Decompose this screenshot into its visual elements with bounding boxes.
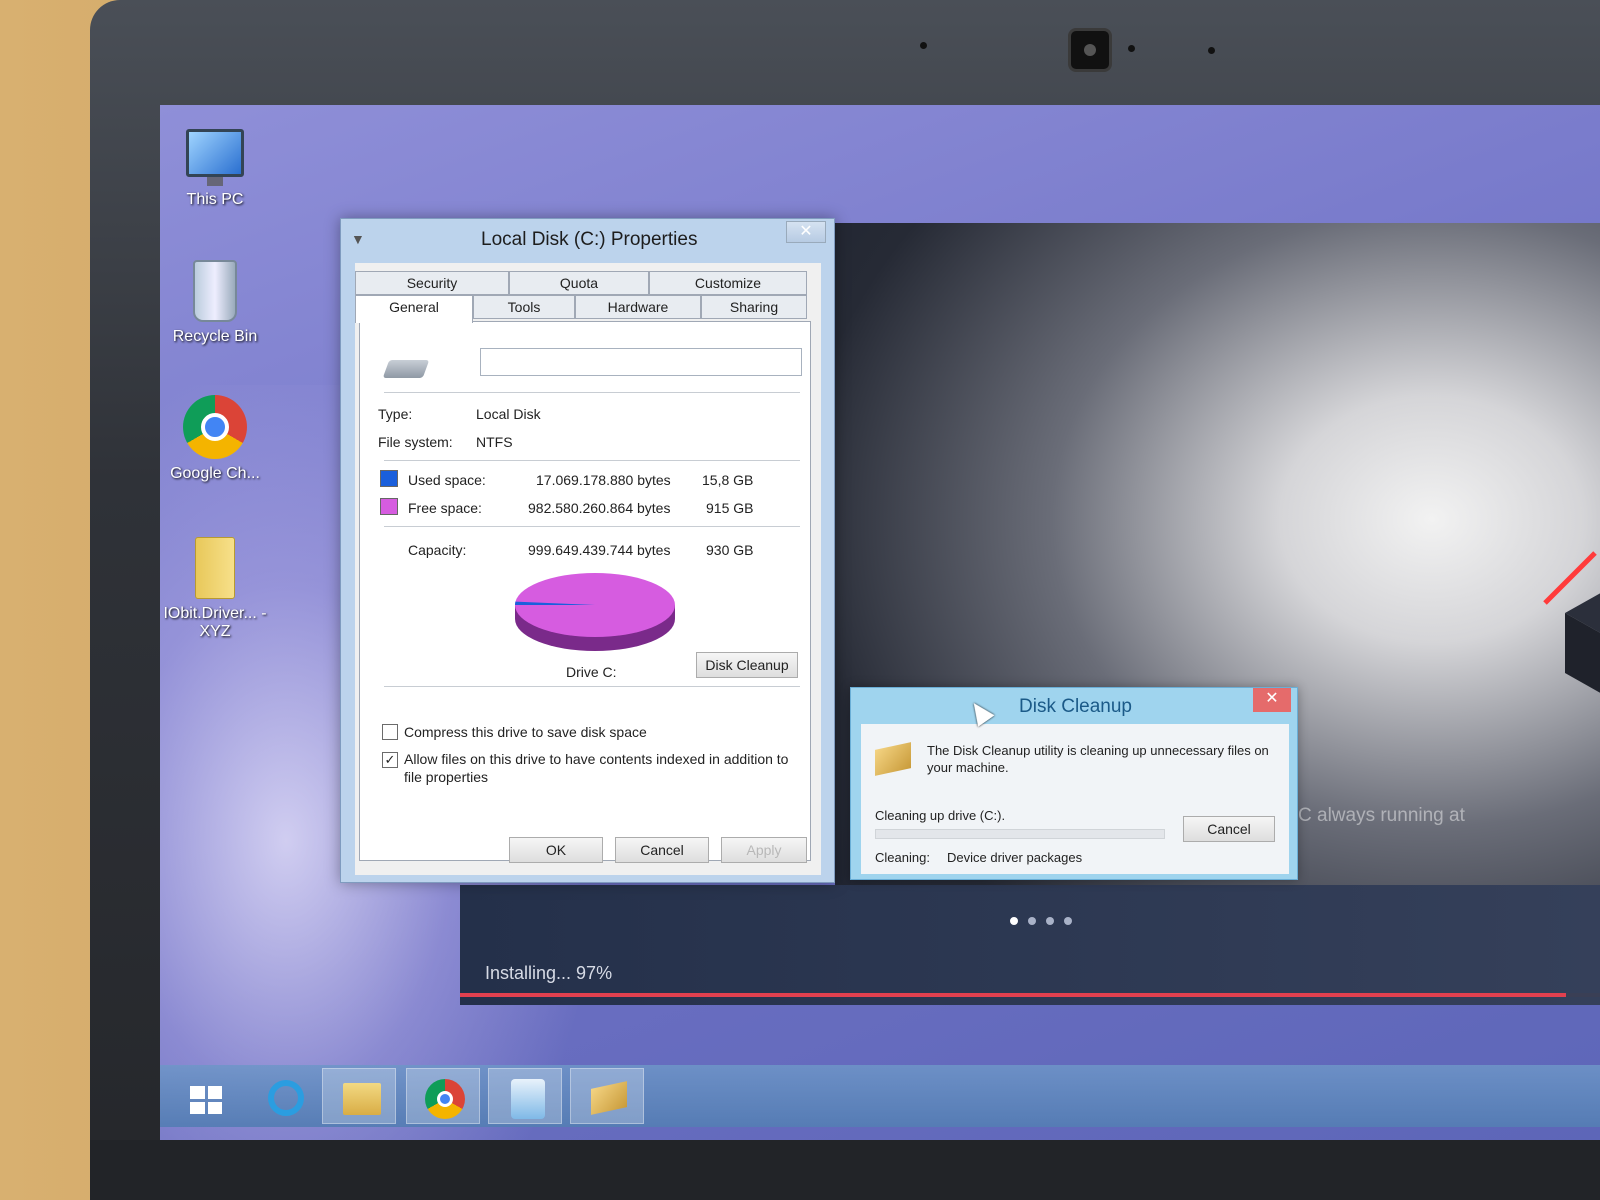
cancel-button[interactable]: Cancel [615, 837, 709, 863]
tab-tools[interactable]: Tools [473, 295, 575, 319]
tab-sharing[interactable]: Sharing [701, 295, 807, 319]
desktop-icon-chrome[interactable]: Google Ch... [160, 395, 270, 483]
chrome-icon [183, 395, 247, 459]
cleanup-message: The Disk Cleanup utility is cleaning up … [927, 743, 1269, 775]
screen: This PC Recycle Bin Google Ch... IObit.D… [160, 105, 1600, 1140]
folder-icon [195, 537, 235, 599]
slide-dot[interactable] [1064, 917, 1072, 925]
chrome-icon [425, 1079, 465, 1119]
desktop-icon-label: Google Ch... [170, 465, 260, 482]
taskbar-file-explorer[interactable] [322, 1068, 396, 1124]
webcam-icon [1068, 28, 1112, 72]
desktop-icon-this-pc[interactable]: This PC [160, 129, 270, 209]
start-button[interactable] [170, 1068, 244, 1124]
free-space-label: Free space: [408, 500, 482, 516]
file-system-value: NTFS [476, 434, 513, 450]
type-label: Type: [378, 406, 413, 422]
sensor-dot [920, 42, 927, 49]
desktop-icon-recycle-bin[interactable]: Recycle Bin [160, 260, 270, 346]
free-space-swatch [380, 498, 398, 515]
apply-button[interactable]: Apply [721, 837, 807, 863]
installer-status-text: Installing... 97% [485, 963, 613, 983]
disk-cleanup-icon [875, 742, 911, 776]
free-space-gb: 915 GB [706, 500, 754, 516]
iobit-driver-booster-icon [511, 1079, 545, 1119]
type-value: Local Disk [476, 406, 541, 422]
cleanup-cancel-button[interactable]: Cancel [1183, 816, 1275, 842]
installer-progress-bar [460, 993, 1600, 997]
disk-cleanup-button[interactable]: Disk Cleanup [696, 652, 798, 678]
properties-body: Security Quota Customize General Tools H… [355, 263, 821, 875]
tab-customize[interactable]: Customize [649, 271, 807, 295]
taskbar [160, 1065, 1600, 1127]
drive-name-input[interactable] [480, 348, 802, 376]
disk-usage-pie-chart [515, 573, 675, 651]
taskbar-internet-explorer[interactable] [246, 1068, 320, 1124]
close-button[interactable]: ✕ [1253, 688, 1291, 712]
desktop-icon-label: IObit.Driver... - XYZ [163, 605, 267, 640]
tab-quota[interactable]: Quota [509, 271, 649, 295]
properties-dialog: ▼ Local Disk (C:) Properties ✕ Security … [340, 218, 835, 883]
installer-footer [460, 885, 1600, 1005]
laptop-bottom-bezel [90, 1140, 1600, 1200]
divider [384, 686, 800, 687]
tab-hardware[interactable]: Hardware [575, 295, 701, 319]
installer-background-text: C always running at [1298, 805, 1465, 826]
cleaning-value: Device driver packages [947, 850, 1083, 865]
free-space-bytes: 982.580.260.864 bytes [528, 500, 671, 516]
compress-label: Compress this drive to save disk space [404, 724, 647, 740]
taskbar-chrome[interactable] [406, 1068, 480, 1124]
capacity-bytes: 999.649.439.744 bytes [528, 542, 671, 558]
index-checkbox[interactable]: ✓ [382, 752, 398, 768]
installer-progress-fill [460, 993, 1566, 997]
desktop-icon-label: Recycle Bin [172, 328, 258, 345]
hard-drive-icon [382, 360, 430, 378]
tab-general[interactable]: General [355, 295, 473, 323]
cleanup-body: The Disk Cleanup utility is cleaning up … [861, 724, 1289, 874]
disk-cleanup-dialog: Disk Cleanup ✕ The Disk Cleanup utility … [850, 687, 1298, 880]
cleanup-drive-line: Cleaning up drive (C:). [875, 808, 1006, 823]
cleanup-title: Disk Cleanup [1019, 696, 1132, 717]
tab-security[interactable]: Security [355, 271, 509, 295]
sensor-dot [1208, 47, 1215, 54]
file-system-label: File system: [378, 434, 453, 450]
properties-title: Local Disk (C:) Properties [481, 229, 698, 250]
slide-dot[interactable] [1046, 917, 1054, 925]
general-tab-panel: Type: Local Disk File system: NTFS Used … [359, 321, 811, 861]
taskbar-iobit[interactable] [488, 1068, 562, 1124]
slide-dot[interactable] [1010, 917, 1018, 925]
capacity-label: Capacity: [408, 542, 467, 558]
drive-label: Drive C: [566, 664, 617, 680]
internet-explorer-icon [268, 1080, 304, 1116]
divider [384, 526, 800, 527]
ok-button[interactable]: OK [509, 837, 603, 863]
desktop-icon-label: This PC [186, 191, 244, 208]
computer-icon [186, 129, 244, 186]
capacity-gb: 930 GB [706, 542, 754, 558]
slide-dot[interactable] [1028, 917, 1036, 925]
taskbar-disk-cleanup[interactable] [570, 1068, 644, 1124]
desktop-icon-iobit-folder[interactable]: IObit.Driver... - XYZ [160, 537, 270, 641]
index-label: Allow files on this drive to have conten… [404, 751, 789, 785]
cleanup-progress-bar [875, 829, 1165, 839]
close-button[interactable]: ✕ [786, 221, 826, 243]
used-space-label: Used space: [408, 472, 486, 488]
cleaning-label: Cleaning: [875, 850, 930, 865]
drive-icon: ▼ [351, 231, 365, 247]
recycle-bin-icon [193, 260, 237, 322]
used-space-gb: 15,8 GB [702, 472, 754, 488]
sensor-dot [1128, 45, 1135, 52]
disk-cleanup-icon [591, 1081, 627, 1115]
compress-checkbox[interactable] [382, 724, 398, 740]
start-icon [190, 1086, 222, 1114]
slide-indicator [1010, 917, 1072, 925]
file-explorer-icon [343, 1083, 381, 1115]
server-illustration [1543, 551, 1600, 693]
divider [384, 392, 800, 393]
used-space-bytes: 17.069.178.880 bytes [536, 472, 671, 488]
divider [384, 460, 800, 461]
used-space-swatch [380, 470, 398, 487]
properties-title-bar[interactable]: ▼ Local Disk (C:) Properties ✕ [341, 219, 834, 259]
